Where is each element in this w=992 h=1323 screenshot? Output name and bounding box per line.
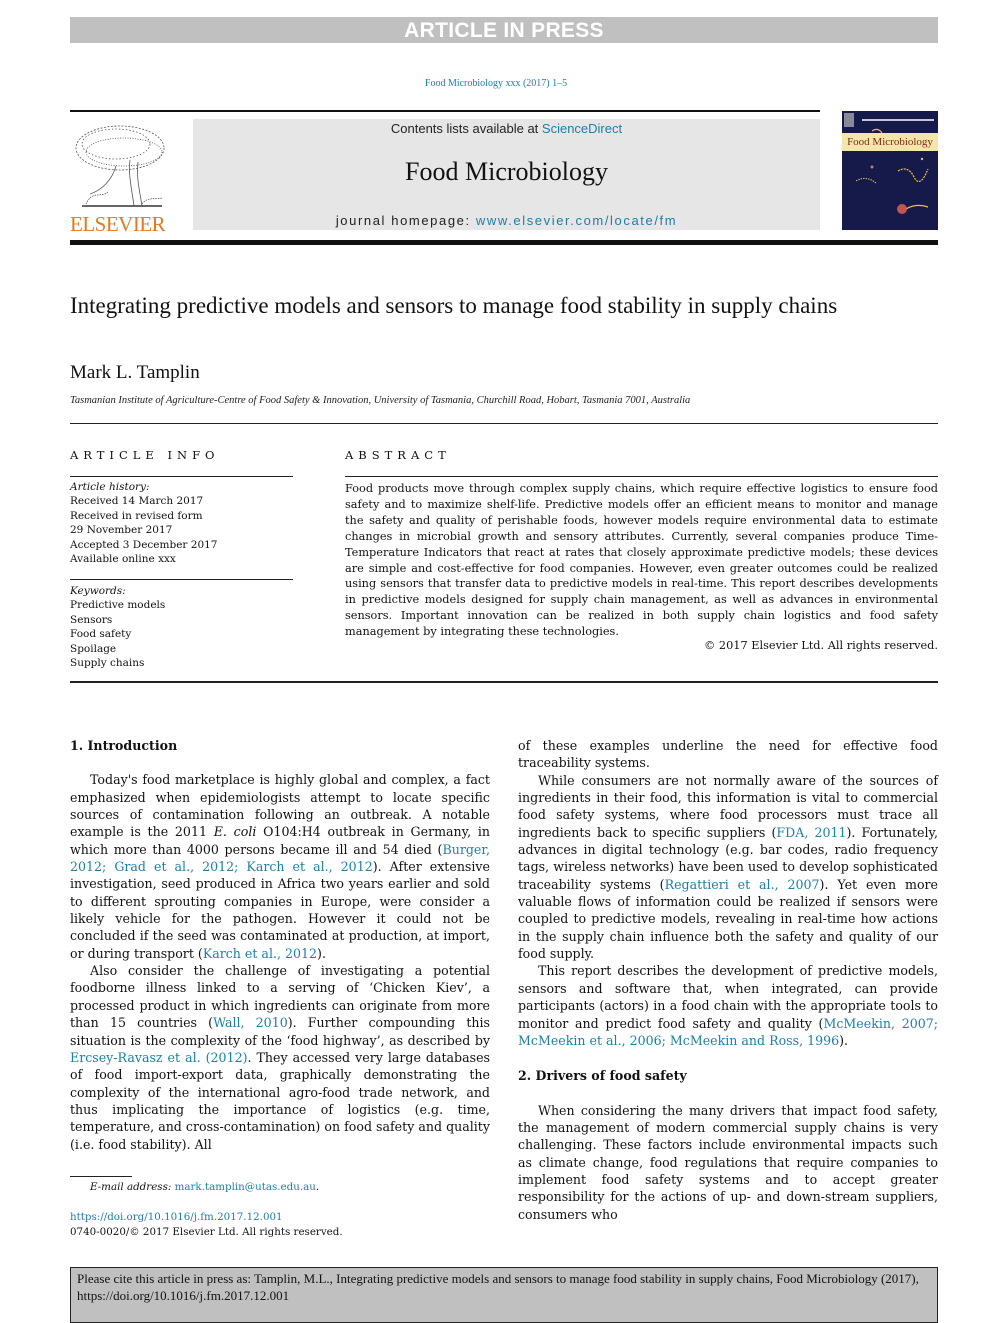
author-affiliation: Tasmanian Institute of Agriculture-Centr…	[70, 395, 691, 406]
doi-link[interactable]: https://doi.org/10.1016/j.fm.2017.12.001	[70, 1211, 283, 1223]
article-info-rule	[70, 476, 293, 477]
citation-link[interactable]: FDA, 2011	[776, 825, 846, 840]
contents-line: Contents lists available at ScienceDirec…	[390, 121, 623, 136]
article-info-heading: ARTICLE INFO	[70, 448, 220, 462]
masthead-bottom-rule	[70, 240, 938, 245]
paragraph: This report describes the development of…	[518, 963, 938, 1048]
body-right-column: of these examples underline the need for…	[518, 737, 938, 1223]
paragraph: While consumers are not normally aware o…	[518, 772, 939, 962]
history-item: Available online xxx	[70, 553, 176, 566]
citation-link[interactable]: Wall, 2010	[213, 1015, 288, 1030]
citation-link[interactable]: Karch et al., 2012	[203, 946, 317, 961]
body-left-column: 1. Introduction Today's food marketplace…	[70, 737, 490, 1153]
footnote-rule	[70, 1176, 132, 1177]
journal-masthead: Contents lists available at ScienceDirec…	[193, 119, 820, 230]
article-history: Article history: Received 14 March 2017 …	[70, 480, 218, 566]
email-footnote: E-mail address: mark.tamplin@utas.edu.au…	[90, 1181, 320, 1193]
email-link[interactable]: mark.tamplin@utas.edu.au	[175, 1181, 316, 1193]
history-item: Received 14 March 2017	[70, 495, 204, 508]
keyword-item: Food safety	[70, 628, 132, 641]
abstract-text: Food products move through complex suppl…	[345, 482, 938, 639]
abstract-heading: ABSTRACT	[345, 448, 451, 462]
abstract-bottom-rule	[70, 681, 938, 683]
journal-reference[interactable]: Food Microbiology xxx (2017) 1–5	[0, 78, 992, 89]
section-2-heading: 2. Drivers of food safety	[518, 1068, 687, 1084]
keywords-rule	[70, 579, 293, 580]
history-label: Article history:	[70, 481, 150, 493]
keyword-item: Sensors	[70, 613, 113, 626]
paragraph: When considering the many drivers that i…	[518, 1102, 938, 1222]
abstract-rule	[345, 476, 938, 477]
article-in-press-banner: ARTICLE IN PRESS	[70, 17, 938, 43]
homepage-line: journal homepage: www.elsevier.com/locat…	[335, 213, 678, 228]
paragraph-continued: of these examples underline the need for…	[518, 738, 938, 771]
elsevier-logo[interactable]: ELSEVIER	[70, 118, 170, 236]
cover-microscopy-icon	[844, 113, 934, 214]
keyword-item: Spoilage	[70, 642, 117, 655]
elsevier-wordmark: ELSEVIER	[70, 212, 166, 236]
journal-name: Food Microbiology	[405, 157, 608, 186]
citation-link[interactable]: Ercsey-Ravasz et al. (2012)	[70, 1050, 248, 1065]
history-item: Accepted 3 December 2017	[70, 538, 218, 551]
paragraph: Today's food marketplace is highly globa…	[70, 772, 490, 961]
paragraph: Also consider the challenge of investiga…	[70, 963, 491, 1152]
title-block-rule	[70, 423, 938, 424]
journal-homepage-link[interactable]: www.elsevier.com/locate/fm	[476, 213, 677, 228]
header-rule	[70, 110, 820, 112]
cover-title: Food Microbiology	[842, 133, 938, 151]
keyword-item: Predictive models	[70, 599, 166, 612]
article-title: Integrating predictive models and sensor…	[70, 293, 838, 318]
history-item: 29 November 2017	[70, 524, 173, 537]
elsevier-tree-icon	[75, 125, 165, 207]
keywords-label: Keywords:	[70, 585, 126, 597]
section-1-heading: 1. Introduction	[70, 738, 178, 753]
sciencedirect-link[interactable]: ScienceDirect	[542, 121, 622, 136]
history-item: Received in revised form	[70, 509, 203, 522]
abstract-copyright: © 2017 Elsevier Ltd. All rights reserved…	[704, 639, 938, 652]
journal-cover-image[interactable]: Food Microbiology	[842, 111, 938, 230]
cite-notice-box: Please cite this article in press as: Ta…	[70, 1267, 938, 1323]
keywords: Keywords: Predictive models Sensors Food…	[70, 584, 165, 670]
keyword-item: Supply chains	[70, 657, 145, 670]
issn-copyright: 0740-0020/© 2017 Elsevier Ltd. All right…	[70, 1226, 343, 1238]
author-name[interactable]: Mark L. Tamplin	[70, 362, 200, 384]
citation-link[interactable]: Regattieri et al., 2007	[665, 877, 820, 892]
